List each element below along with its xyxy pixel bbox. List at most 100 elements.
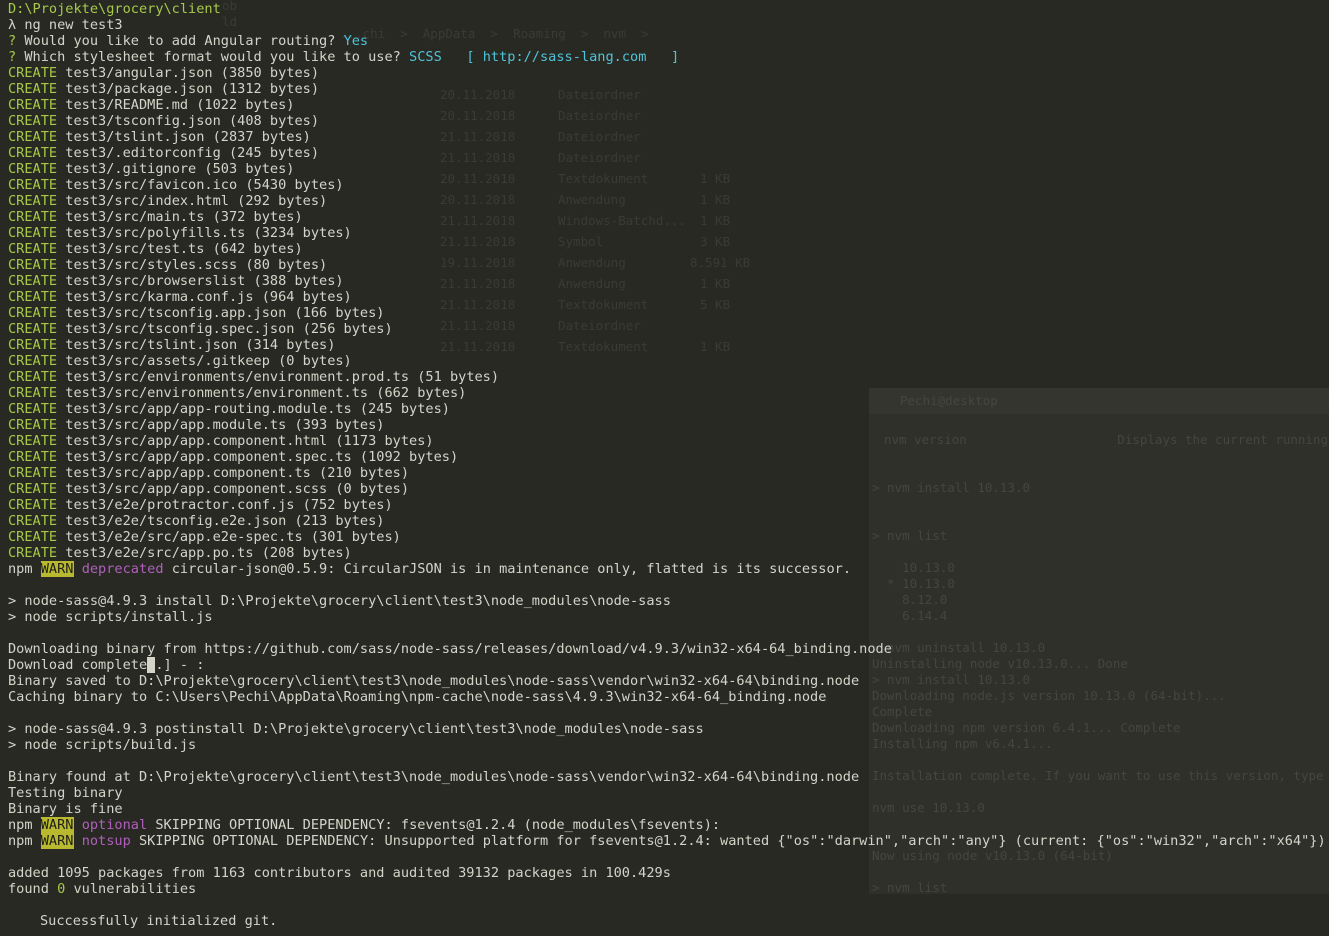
create-line: CREATE test3/src/browserslist (388 bytes… (8, 273, 1329, 289)
create-line: CREATE test3/src/app/app.component.scss … (8, 481, 1329, 497)
warn-text: SKIPPING OPTIONAL DEPENDENCY: fsevents@1… (147, 817, 721, 833)
warn-tag: deprecated (81, 561, 164, 577)
warn-text: SKIPPING OPTIONAL DEPENDENCY: Unsupporte… (130, 833, 1326, 849)
create-label: CREATE (8, 321, 58, 337)
binary-fine-line: Binary is fine (8, 801, 123, 817)
create-label: CREATE (8, 225, 58, 241)
question-mark: ? (8, 49, 17, 65)
postinstall-line: > node-sass@4.9.3 postinstall D:\Projekt… (8, 721, 704, 737)
created-file: test3/angular.json (3850 bytes) (65, 65, 320, 81)
warn-badge: WARN (40, 817, 74, 833)
stylesheet-question: ? Which stylesheet format would you like… (8, 49, 1329, 65)
warn-badge: WARN (40, 833, 74, 849)
create-label: CREATE (8, 161, 58, 177)
create-label: CREATE (8, 433, 58, 449)
create-line: CREATE test3/e2e/protractor.conf.js (752… (8, 497, 1329, 513)
created-file: test3/src/polyfills.ts (3234 bytes) (65, 225, 352, 241)
binary-found-line: Binary found at D:\Projekte\grocery\clie… (8, 769, 860, 785)
create-line: CREATE test3/e2e/tsconfig.e2e.json (213 … (8, 513, 1329, 529)
npm-warn-optional: npm WARN optional SKIPPING OPTIONAL DEPE… (8, 817, 1329, 833)
npm-warn-deprecated: npm WARN deprecated circular-json@0.5.9:… (8, 561, 1329, 577)
create-label: CREATE (8, 465, 58, 481)
create-label: CREATE (8, 177, 58, 193)
found-text: found (8, 881, 58, 897)
download-line: Downloading binary from https://github.c… (8, 641, 892, 657)
created-file: test3/src/karma.conf.js (964 bytes) (65, 289, 352, 305)
created-file: test3/.gitignore (503 bytes) (65, 161, 295, 177)
create-line: CREATE test3/e2e/src/app.e2e-spec.ts (30… (8, 529, 1329, 545)
vulnerabilities-line: found 0 vulnerabilities (8, 881, 1329, 897)
create-label: CREATE (8, 241, 58, 257)
command-line: λ ng new test3 (8, 17, 123, 33)
created-file: test3/src/test.ts (642 bytes) (65, 241, 303, 257)
warn-text: circular-json@0.5.9: CircularJSON is in … (163, 561, 851, 577)
create-label: CREATE (8, 273, 58, 289)
created-file: test3/package.json (1312 bytes) (65, 81, 320, 97)
created-file: test3/tslint.json (2837 bytes) (65, 129, 311, 145)
install-line: > node-sass@4.9.3 install D:\Projekte\gr… (8, 593, 671, 609)
create-label: CREATE (8, 513, 58, 529)
create-label: CREATE (8, 145, 58, 161)
created-file: test3/src/main.ts (372 bytes) (65, 209, 303, 225)
create-label: CREATE (8, 81, 58, 97)
created-file: test3/src/assets/.gitkeep (0 bytes) (65, 353, 352, 369)
npm-warn-notsup: npm WARN notsup SKIPPING OPTIONAL DEPEND… (8, 833, 1329, 849)
warn-badge: WARN (40, 561, 74, 577)
created-file: test3/src/environments/environment.prod.… (65, 369, 500, 385)
create-line: CREATE test3/angular.json (3850 bytes) (8, 65, 1329, 81)
create-label: CREATE (8, 289, 58, 305)
caching-binary-line: Caching binary to C:\Users\Pechi\AppData… (8, 689, 827, 705)
create-label: CREATE (8, 353, 58, 369)
create-line: CREATE test3/src/app/app.component.spec.… (8, 449, 1329, 465)
npm-label: npm (8, 833, 33, 849)
created-file: test3/e2e/src/app.po.ts (208 bytes) (65, 545, 352, 561)
created-file: test3/.editorconfig (245 bytes) (65, 145, 320, 161)
create-line: CREATE test3/src/polyfills.ts (3234 byte… (8, 225, 1329, 241)
create-line: CREATE test3/src/main.ts (372 bytes) (8, 209, 1329, 225)
warn-tag: notsup (81, 833, 131, 849)
created-file: test3/src/app/app.component.html (1173 b… (65, 433, 434, 449)
create-label: CREATE (8, 113, 58, 129)
added-packages-line: added 1095 packages from 1163 contributo… (8, 865, 671, 881)
create-label: CREATE (8, 417, 58, 433)
create-line: CREATE test3/src/app/app.component.html … (8, 433, 1329, 449)
created-file: test3/src/browserslist (388 bytes) (65, 273, 344, 289)
download-complete-text: Download complete (8, 657, 148, 673)
created-file: test3/e2e/tsconfig.e2e.json (213 bytes) (65, 513, 385, 529)
npm-label: npm (8, 817, 33, 833)
create-line: CREATE test3/src/app/app.component.ts (2… (8, 465, 1329, 481)
install-line: > node scripts/install.js (8, 609, 213, 625)
create-line: CREATE test3/src/karma.conf.js (964 byte… (8, 289, 1329, 305)
download-complete-line: Download complete .] - : (8, 657, 1329, 673)
create-line: CREATE test3/src/tsconfig.app.json (166 … (8, 305, 1329, 321)
create-line: CREATE test3/src/app/app-routing.module.… (8, 401, 1329, 417)
created-file: test3/e2e/protractor.conf.js (752 bytes) (65, 497, 393, 513)
question-answer: Yes (343, 33, 369, 49)
created-file: test3/src/app/app.component.spec.ts (109… (65, 449, 459, 465)
binary-saved-line: Binary saved to D:\Projekte\grocery\clie… (8, 673, 860, 689)
create-label: CREATE (8, 369, 58, 385)
create-line: CREATE test3/src/assets/.gitkeep (0 byte… (8, 353, 1329, 369)
warn-tag: optional (81, 817, 148, 833)
created-file: test3/src/tslint.json (314 bytes) (65, 337, 336, 353)
created-file: test3/README.md (1022 bytes) (65, 97, 295, 113)
created-file: test3/src/styles.scss (80 bytes) (65, 257, 328, 273)
create-line: CREATE test3/src/tslint.json (314 bytes) (8, 337, 1329, 353)
create-line: CREATE test3/src/app/app.module.ts (393 … (8, 417, 1329, 433)
terminal-output[interactable]: D:\Projekte\grocery\client λ ng new test… (8, 1, 1329, 929)
create-label: CREATE (8, 129, 58, 145)
create-line: CREATE test3/src/favicon.ico (5430 bytes… (8, 177, 1329, 193)
create-line: CREATE test3/package.json (1312 bytes) (8, 81, 1329, 97)
question-mark: ? (8, 33, 17, 49)
create-line: CREATE test3/src/tsconfig.spec.json (256… (8, 321, 1329, 337)
create-label: CREATE (8, 209, 58, 225)
create-line: CREATE test3/src/test.ts (642 bytes) (8, 241, 1329, 257)
create-line: CREATE test3/.gitignore (503 bytes) (8, 161, 1329, 177)
create-label: CREATE (8, 193, 58, 209)
create-label: CREATE (8, 65, 58, 81)
create-line: CREATE test3/src/environments/environmen… (8, 369, 1329, 385)
create-line: CREATE test3/src/index.html (292 bytes) (8, 193, 1329, 209)
created-file: test3/src/app/app-routing.module.ts (245… (65, 401, 450, 417)
create-line: CREATE test3/.editorconfig (245 bytes) (8, 145, 1329, 161)
